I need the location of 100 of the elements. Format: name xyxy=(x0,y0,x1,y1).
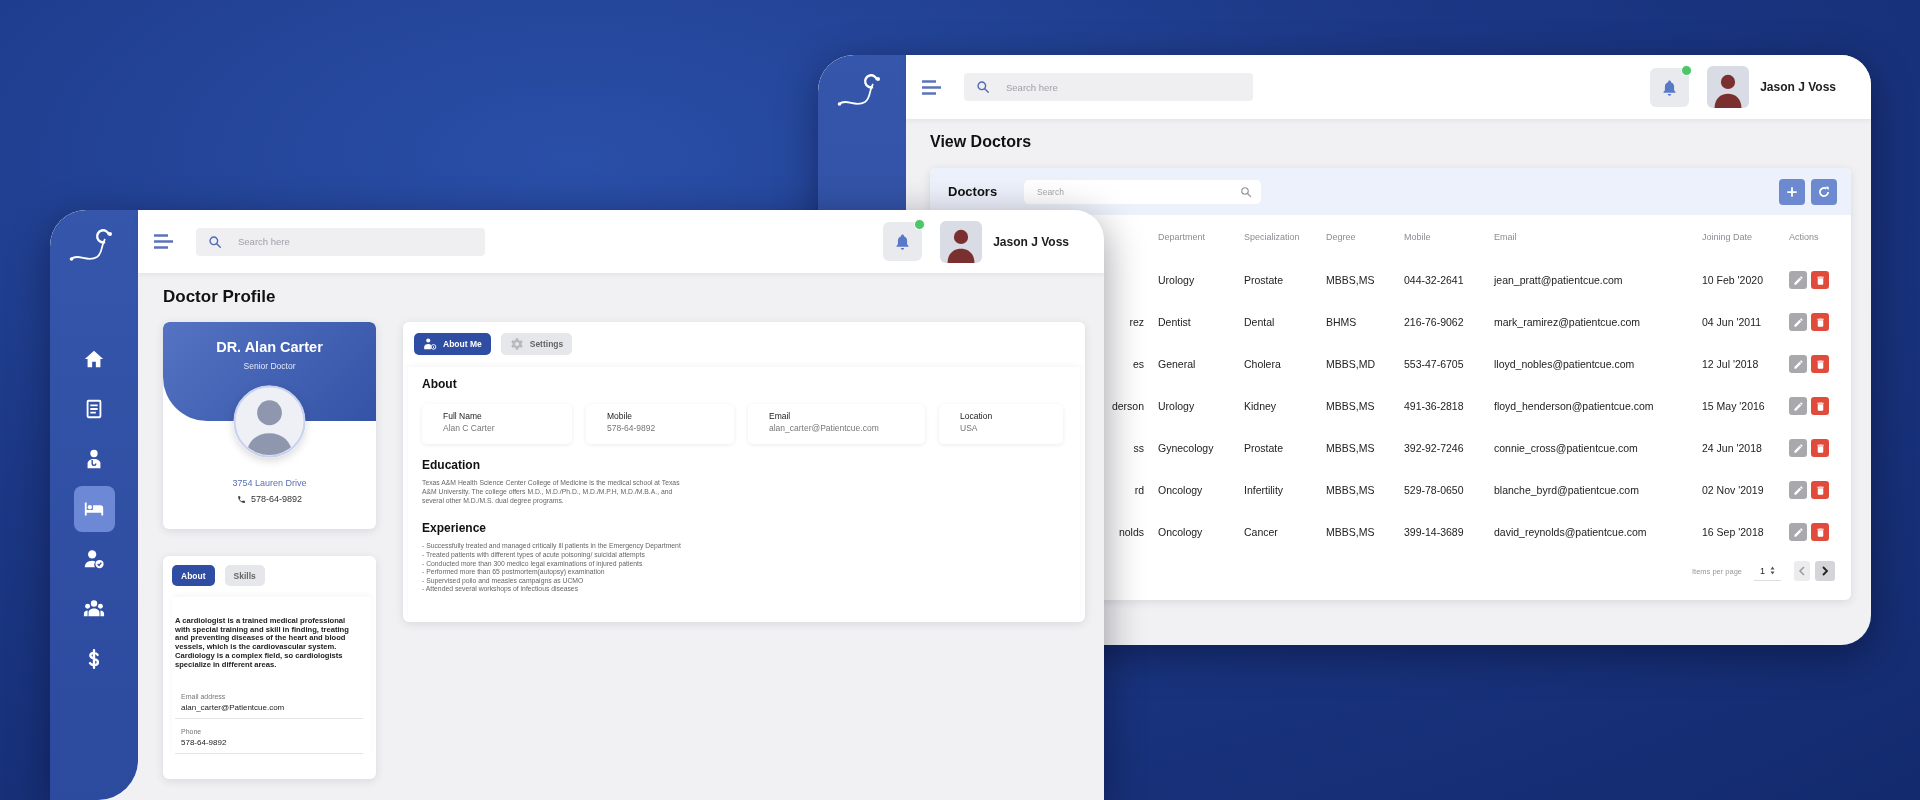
section-heading: Experience xyxy=(422,520,488,537)
pencil-icon xyxy=(1792,358,1804,370)
table-cell-text: General xyxy=(1158,358,1197,370)
edit-button[interactable] xyxy=(1789,439,1807,457)
trash-icon xyxy=(1814,274,1826,286)
table-cell-text: 02 Nov '2019 xyxy=(1702,484,1765,496)
user-check-icon xyxy=(83,548,105,570)
table-cell-text: lloyd_nobles@patientcue.com xyxy=(1494,358,1636,370)
page-title: View Doctors xyxy=(930,132,1033,152)
add-button[interactable] xyxy=(1779,178,1805,205)
trash-icon xyxy=(1814,316,1826,328)
column-header: Email xyxy=(1494,232,1518,242)
table-cell-text: MBBS,MS xyxy=(1326,274,1376,286)
doctor-role: Senior Doctor xyxy=(243,361,296,371)
chevron-right-icon xyxy=(1821,566,1829,576)
search-icon xyxy=(1240,185,1252,198)
trash-icon xyxy=(1814,526,1826,538)
field-value: alan_carter@Patientcue.com xyxy=(769,423,880,433)
delete-button[interactable] xyxy=(1811,523,1829,541)
delete-button[interactable] xyxy=(1811,313,1829,331)
search-field[interactable]: Search here xyxy=(964,73,1253,101)
tab[interactable]: Settings xyxy=(500,333,573,355)
table-cell-text: Infertility xyxy=(1244,484,1285,496)
table-cell-text: 399-14-3689 xyxy=(1404,526,1465,538)
avatar xyxy=(940,220,983,263)
user-name: Jason J Voss xyxy=(993,234,1069,249)
delete-button[interactable] xyxy=(1811,271,1829,289)
table-cell: rd xyxy=(1134,484,1144,496)
column-header: Joining Date xyxy=(1702,232,1754,242)
pencil-icon xyxy=(1792,526,1804,538)
chevron-left-icon xyxy=(1798,566,1806,576)
table-cell-text: 216-76-9062 xyxy=(1404,316,1465,328)
gear-icon xyxy=(509,337,524,351)
table-cell-text: 15 May '2016 xyxy=(1702,400,1766,412)
search-field[interactable]: Search here xyxy=(196,227,485,256)
table-cell-text: Urology xyxy=(1158,400,1196,412)
edit-button[interactable] xyxy=(1789,355,1807,373)
table-cell-text: MBBS,MD xyxy=(1326,358,1376,370)
tab[interactable]: About xyxy=(172,565,215,586)
edit-button[interactable] xyxy=(1789,481,1807,499)
menu-icon[interactable] xyxy=(922,79,941,95)
nav-item[interactable] xyxy=(73,486,115,532)
table-cell-text: MBBS,MS xyxy=(1326,442,1376,454)
menu-icon[interactable] xyxy=(154,234,173,249)
table-cell-text: 392-92-7246 xyxy=(1404,442,1465,454)
refresh-button[interactable] xyxy=(1811,178,1837,205)
search-field[interactable]: Search xyxy=(1024,179,1261,204)
notification-button[interactable] xyxy=(883,222,923,261)
notification-button[interactable] xyxy=(1650,67,1690,107)
refresh-icon xyxy=(1817,184,1831,199)
table-cell: rez xyxy=(1129,316,1144,328)
search-icon xyxy=(208,234,222,249)
page-title: Doctor Profile xyxy=(163,287,277,307)
table-cell-text: Kidney xyxy=(1244,400,1278,412)
table-cell-text: Prostate xyxy=(1244,274,1285,286)
column-header: Mobile xyxy=(1404,232,1432,242)
bell-icon xyxy=(1661,78,1679,96)
edit-button[interactable] xyxy=(1789,313,1807,331)
trash-icon xyxy=(1814,358,1826,370)
plus-icon xyxy=(1785,184,1799,199)
trash-icon xyxy=(1814,484,1826,496)
table-cell-text: Prostate xyxy=(1244,442,1285,454)
table-cell-text: Dental xyxy=(1244,316,1276,328)
doctor-phone: 578-64-9892 xyxy=(250,494,302,504)
table-cell-text: 044-32-2641 xyxy=(1404,274,1465,286)
table-cell-text: BHMS xyxy=(1326,316,1358,328)
delete-button[interactable] xyxy=(1811,397,1829,415)
avatar xyxy=(1707,66,1750,108)
section-heading: About xyxy=(422,376,458,392)
table-cell-text: 24 Jun '2018 xyxy=(1702,442,1763,454)
delete-button[interactable] xyxy=(1811,481,1829,499)
delete-button[interactable] xyxy=(1811,439,1829,457)
tab[interactable]: Skills xyxy=(224,565,265,586)
table-cell-text: 04 Jun '2011 xyxy=(1702,316,1763,328)
pencil-icon xyxy=(1792,274,1804,286)
next-page-button[interactable] xyxy=(1815,561,1835,581)
column-header: Degree xyxy=(1326,232,1357,242)
table-cell-text: jean_pratt@patientcue.com xyxy=(1494,274,1624,286)
table-cell: derson xyxy=(1111,400,1144,412)
field-value: Alan C Carter xyxy=(443,423,496,433)
table-cell-text: floyd_henderson@patientcue.com xyxy=(1494,400,1655,412)
delete-button[interactable] xyxy=(1811,355,1829,373)
table-cell-text: MBBS,MS xyxy=(1326,484,1376,496)
edit-button[interactable] xyxy=(1789,523,1807,541)
user-info-icon xyxy=(423,337,437,351)
field-label: Mobile xyxy=(607,411,634,421)
pencil-icon xyxy=(1792,442,1804,454)
edit-button[interactable] xyxy=(1789,397,1807,415)
table-cell-text: Oncology xyxy=(1158,526,1204,538)
table-cell-text: 529-78-0650 xyxy=(1404,484,1465,496)
doctor-address: 3754 Lauren Drive xyxy=(232,478,307,488)
column-header: Department xyxy=(1158,232,1207,242)
trash-icon xyxy=(1814,400,1826,412)
pencil-icon xyxy=(1792,400,1804,412)
previous-page-button[interactable] xyxy=(1794,561,1810,581)
field-label: Email xyxy=(769,411,792,421)
tab[interactable]: About Me xyxy=(414,333,491,355)
field-label: Location xyxy=(960,411,994,421)
page-size-field[interactable]: 1 xyxy=(1754,561,1781,581)
edit-button[interactable] xyxy=(1789,271,1807,289)
